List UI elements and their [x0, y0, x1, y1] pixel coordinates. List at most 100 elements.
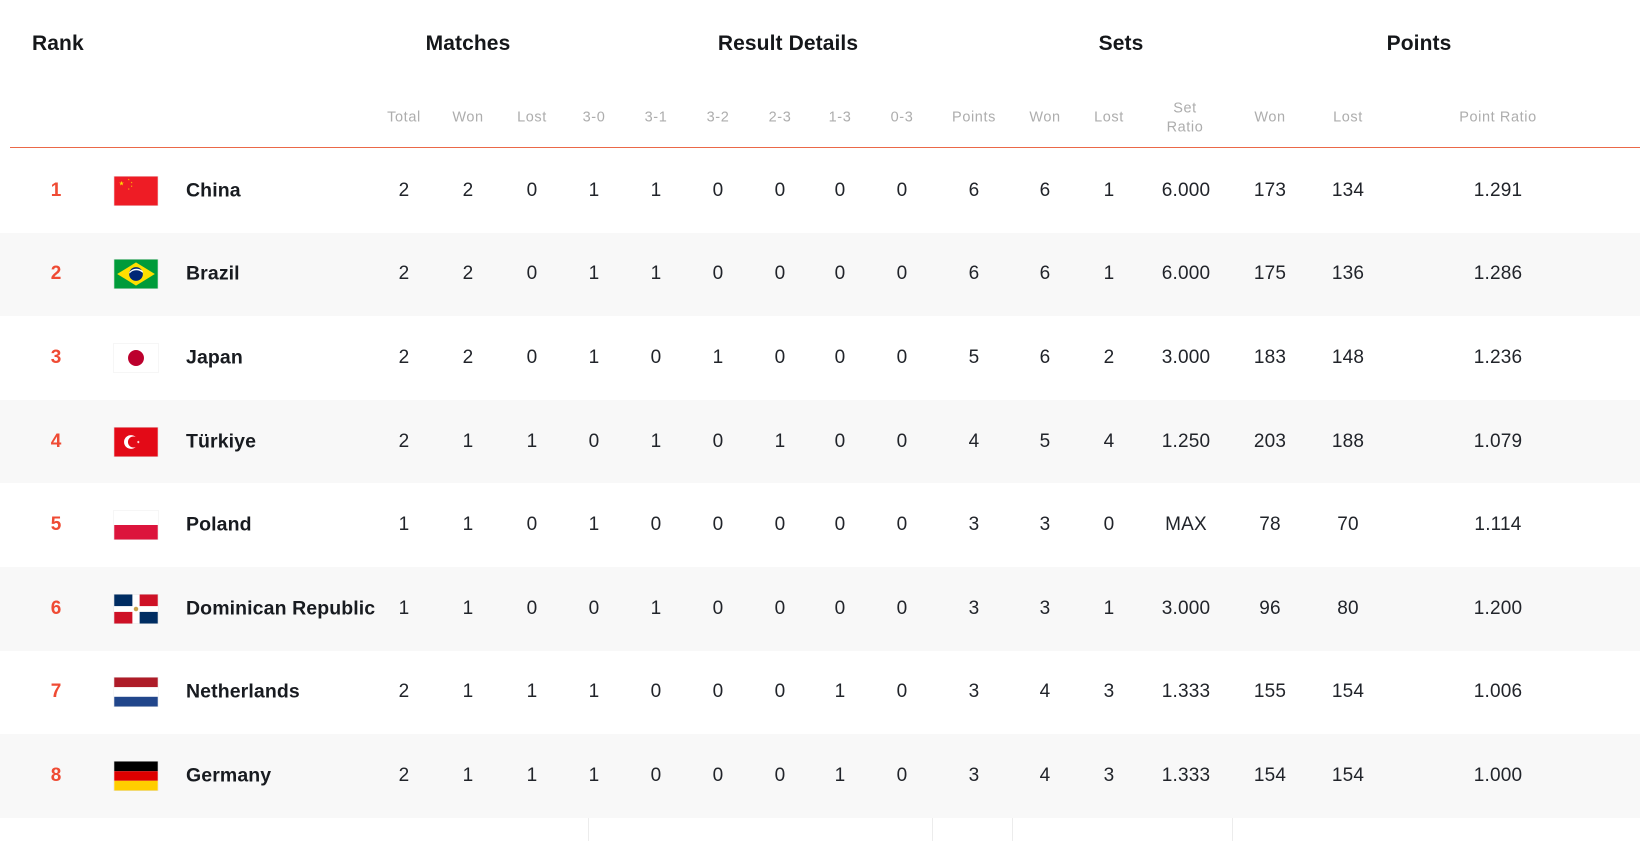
cell-sets-won: 3: [1014, 598, 1076, 620]
team-name[interactable]: Dominican Republic: [186, 597, 375, 620]
team-name[interactable]: Brazil: [186, 263, 240, 286]
cell-point-ratio: 1.000: [1434, 765, 1562, 787]
cell-pts-lost: 134: [1318, 180, 1378, 202]
cell-r32: 1: [686, 347, 750, 369]
cell-points: 6: [940, 263, 1008, 285]
cell-r31: 0: [624, 765, 688, 787]
cell-r03: 0: [870, 263, 934, 285]
cell-sets-won: 3: [1014, 514, 1076, 536]
subheader-lost: Lost: [1318, 109, 1378, 128]
table-row[interactable]: 7Netherlands2111000103431.3331551541.006: [0, 651, 1640, 735]
cell-r03: 0: [870, 347, 934, 369]
table-row[interactable]: 4Türkiye2110101004541.2502031881.079: [0, 400, 1640, 484]
cell-sets-lost: 1: [1078, 598, 1140, 620]
rank-value: 2: [34, 263, 78, 285]
cell-set-ratio: 1.333: [1140, 765, 1232, 787]
team-name[interactable]: China: [186, 179, 241, 202]
cell-r23: 0: [748, 765, 812, 787]
team-name[interactable]: Germany: [186, 764, 271, 787]
cell-sets-won: 6: [1014, 180, 1076, 202]
cell-total: 2: [372, 347, 436, 369]
cell-won: 1: [436, 598, 500, 620]
subheader-0-3: 0-3: [870, 109, 934, 128]
cell-set-ratio: 1.250: [1140, 431, 1232, 453]
cell-total: 2: [372, 180, 436, 202]
cell-lost: 0: [500, 598, 564, 620]
cell-point-ratio: 1.079: [1434, 431, 1562, 453]
flag-icon-dominican-republic: [114, 594, 158, 623]
cell-pts-won: 96: [1240, 598, 1300, 620]
flag-icon-netherlands: [114, 678, 158, 707]
subheader-lost: Lost: [1078, 109, 1140, 128]
cell-pts-won: 203: [1240, 431, 1300, 453]
cell-total: 2: [372, 431, 436, 453]
cell-r03: 0: [870, 180, 934, 202]
team-name[interactable]: Netherlands: [186, 681, 300, 704]
cell-sets-lost: 2: [1078, 347, 1140, 369]
subheader-points: Points: [940, 109, 1008, 128]
cell-pts-lost: 70: [1318, 514, 1378, 536]
cell-r13: 0: [808, 263, 872, 285]
cell-r32: 0: [686, 263, 750, 285]
table-row[interactable]: 3Japan2201010005623.0001831481.236: [0, 316, 1640, 400]
table-row[interactable]: 6Dominican Republic1100100003313.0009680…: [0, 567, 1640, 651]
subheader-3-2: 3-2: [686, 109, 750, 128]
cell-set-ratio: 3.000: [1140, 598, 1232, 620]
cell-r23: 0: [748, 598, 812, 620]
cell-total: 2: [372, 765, 436, 787]
cell-pts-lost: 154: [1318, 681, 1378, 703]
flag-icon-germany: [114, 761, 158, 790]
rank-value: 7: [34, 681, 78, 703]
flag-icon-japan: [114, 343, 158, 372]
cell-r30: 1: [562, 263, 626, 285]
cell-r32: 0: [686, 765, 750, 787]
cell-point-ratio: 1.200: [1434, 598, 1562, 620]
cell-lost: 1: [500, 681, 564, 703]
subheader-3-0: 3-0: [562, 109, 626, 128]
subheader-point-ratio: Point Ratio: [1434, 109, 1562, 128]
cell-pts-won: 183: [1240, 347, 1300, 369]
standings-table: Rank Matches Result Details Sets Points …: [0, 0, 1640, 841]
cell-r30: 0: [562, 598, 626, 620]
cell-set-ratio: 6.000: [1140, 263, 1232, 285]
cell-r03: 0: [870, 765, 934, 787]
subheader-3-1: 3-1: [624, 109, 688, 128]
team-name[interactable]: Japan: [186, 346, 243, 369]
cell-pts-lost: 136: [1318, 263, 1378, 285]
flag-icon-turkiye: [114, 427, 158, 456]
rank-value: 3: [34, 347, 78, 369]
cell-lost: 1: [500, 431, 564, 453]
cell-set-ratio: 3.000: [1140, 347, 1232, 369]
cell-lost: 0: [500, 514, 564, 536]
cell-points: 3: [940, 681, 1008, 703]
cell-sets-won: 6: [1014, 347, 1076, 369]
subheader-won: Won: [436, 109, 500, 128]
cell-r13: 0: [808, 598, 872, 620]
cell-r31: 1: [624, 598, 688, 620]
team-name[interactable]: Poland: [186, 514, 252, 537]
cell-won: 1: [436, 765, 500, 787]
cell-sets-lost: 0: [1078, 514, 1140, 536]
team-name[interactable]: Türkiye: [186, 430, 256, 453]
cell-lost: 0: [500, 263, 564, 285]
cell-points: 3: [940, 514, 1008, 536]
table-row[interactable]: 5Poland110100000330MAX78701.114: [0, 483, 1640, 567]
rank-value: 6: [34, 598, 78, 620]
cell-sets-lost: 1: [1078, 180, 1140, 202]
cell-sets-lost: 4: [1078, 431, 1140, 453]
subheader-won: Won: [1240, 109, 1300, 128]
cell-r32: 0: [686, 431, 750, 453]
cell-r23: 0: [748, 514, 812, 536]
table-row[interactable]: 1China2201100006616.0001731341.291: [0, 149, 1640, 233]
group-header-sets: Sets: [1010, 32, 1232, 56]
subheader-lost: Lost: [500, 109, 564, 128]
rank-value: 5: [34, 514, 78, 536]
cell-won: 1: [436, 431, 500, 453]
subheader-set-ratio: Set Ratio: [1156, 99, 1214, 136]
cell-r30: 1: [562, 681, 626, 703]
table-row[interactable]: 2Brazil2201100006616.0001751361.286: [0, 233, 1640, 317]
cell-point-ratio: 1.286: [1434, 263, 1562, 285]
cell-total: 1: [372, 598, 436, 620]
cell-set-ratio: 1.333: [1140, 681, 1232, 703]
table-row[interactable]: 8Germany2111000103431.3331541541.000: [0, 734, 1640, 818]
